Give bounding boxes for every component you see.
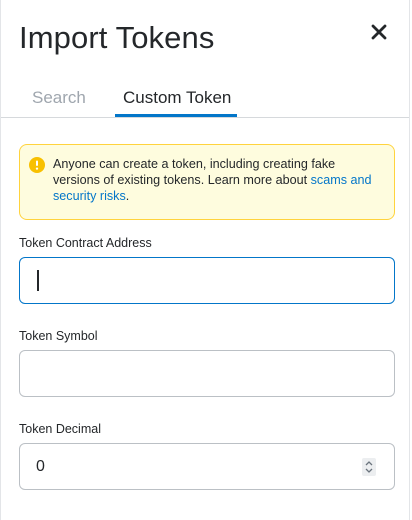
page-title: Import Tokens	[19, 20, 215, 55]
contract-address-label: Token Contract Address	[19, 236, 152, 250]
contract-address-input[interactable]	[19, 257, 395, 304]
tab-bar: Search Custom Token	[1, 78, 409, 118]
import-tokens-panel: Import Tokens Search Custom Token Anyone…	[0, 0, 410, 520]
warning-message: Anyone can create a token, including cre…	[53, 157, 336, 187]
tab-search[interactable]: Search	[32, 88, 86, 108]
active-tab-indicator	[115, 114, 237, 117]
close-icon[interactable]	[369, 22, 389, 42]
tab-custom-token[interactable]: Custom Token	[123, 88, 231, 108]
token-decimal-value: 0	[36, 458, 45, 475]
warning-text: Anyone can create a token, including cre…	[53, 156, 385, 204]
decimal-stepper[interactable]	[362, 458, 376, 476]
token-symbol-label: Token Symbol	[19, 329, 98, 343]
token-decimal-label: Token Decimal	[19, 422, 101, 436]
warning-banner: Anyone can create a token, including cre…	[19, 144, 395, 220]
token-decimal-input[interactable]: 0	[19, 443, 395, 490]
info-icon	[29, 157, 45, 173]
text-cursor	[37, 270, 39, 291]
warning-suffix: .	[125, 189, 130, 203]
token-symbol-input[interactable]	[19, 350, 395, 397]
